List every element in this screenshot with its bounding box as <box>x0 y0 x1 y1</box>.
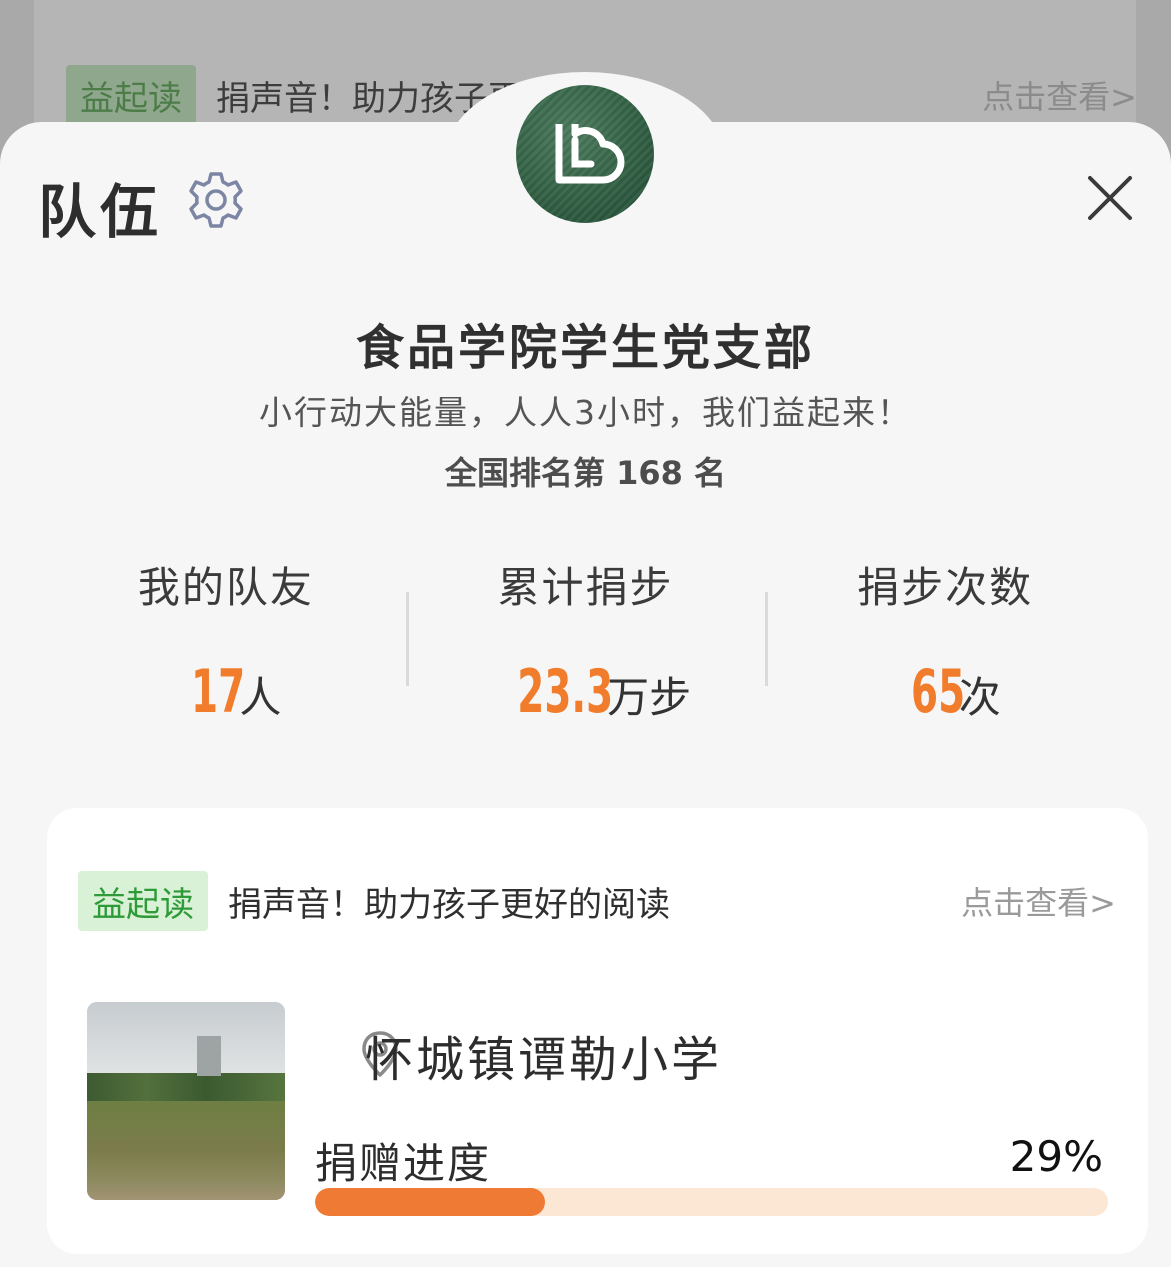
stat-total-steps: 累计捐步 23.3 万步 <box>405 548 766 727</box>
stat-teammates[interactable]: 我的队友 17 人 <box>46 548 406 727</box>
project-card[interactable]: 益起读 捐声音！助力孩子更好的阅读 点击查看> 怀城镇谭勒小学 捐赠进度 29% <box>47 808 1148 1254</box>
progress-bar-fill <box>315 1188 545 1216</box>
stat-unit: 人 <box>239 673 282 722</box>
stat-label: 捐步次数 <box>857 563 1034 612</box>
project-tag: 益起读 <box>78 871 208 931</box>
project-title: 捐声音！助力孩子更好的阅读 <box>228 884 670 925</box>
screen: 益起读 捐声音！助力孩子更好的阅读 点击查看> 队伍 食品学院学生党支部 小行动… <box>0 0 1171 1267</box>
stat-donation-count: 捐步次数 65 次 <box>765 548 1125 727</box>
stat-number: 65 <box>910 657 965 727</box>
background-banner-tag: 益起读 <box>66 65 196 125</box>
stat-label: 我的队友 <box>137 563 314 612</box>
gear-icon[interactable] <box>184 168 248 232</box>
school-name: 怀城镇谭勒小学 <box>365 1032 723 1088</box>
progress-value: 29% <box>1009 1132 1103 1181</box>
close-icon[interactable] <box>1084 172 1136 224</box>
progress-bar <box>315 1188 1108 1216</box>
view-details-link[interactable]: 点击查看> <box>961 878 1116 924</box>
team-logo <box>516 85 654 223</box>
stat-label: 累计捐步 <box>497 563 674 612</box>
stat-number: 23.3 <box>517 657 614 727</box>
background-banner-link: 点击查看> <box>982 78 1137 116</box>
school-photo <box>87 1002 285 1200</box>
heart-logo-icon <box>555 124 625 184</box>
team-slogan: 小行动大能量，人人3小时，我们益起来！ <box>259 393 912 432</box>
stat-value: 65 次 <box>765 657 1125 727</box>
progress-label: 捐赠进度 <box>315 1139 492 1188</box>
stat-value: 23.3 万步 <box>406 657 766 727</box>
team-name: 食品学院学生党支部 <box>355 320 815 376</box>
team-stats: 我的队友 17 人 累计捐步 23.3 万步 捐步次数 65 次 <box>46 548 1125 727</box>
stat-number: 17 <box>191 657 246 727</box>
team-rank: 全国排名第 168 名 <box>444 454 727 492</box>
stat-value: 17 人 <box>46 657 406 727</box>
page-title: 队伍 <box>38 178 163 246</box>
project-banner[interactable]: 益起读 捐声音！助力孩子更好的阅读 点击查看> <box>78 870 1116 932</box>
stat-unit: 万步 <box>607 673 692 722</box>
